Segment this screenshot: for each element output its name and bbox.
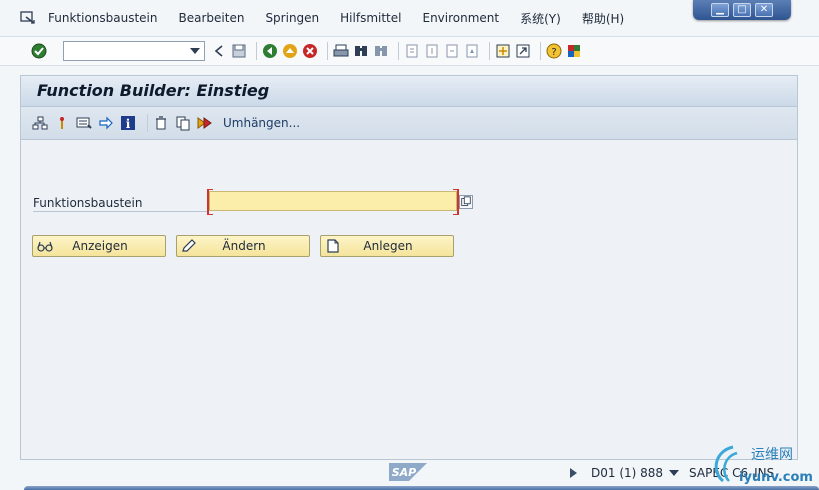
- pencil-icon: [182, 239, 196, 252]
- page-title: Function Builder: Einstieg: [21, 76, 797, 107]
- standard-toolbar: ?: [0, 36, 819, 66]
- copy-overlay-icon: [461, 196, 471, 206]
- menu-springen[interactable]: Springen: [265, 11, 319, 25]
- previous-page-icon[interactable]: [424, 43, 440, 59]
- application-toolbar: i Umhängen...: [21, 107, 797, 140]
- menu-environment[interactable]: Environment: [422, 11, 499, 25]
- create-button-label: Anlegen: [363, 239, 413, 253]
- function-module-input[interactable]: [207, 189, 459, 215]
- new-document-icon: [327, 239, 339, 253]
- display-button[interactable]: Anzeigen: [32, 235, 166, 257]
- system-info: D01 (1) 888: [591, 466, 664, 480]
- enter-check-icon[interactable]: [31, 43, 47, 59]
- command-field[interactable]: [63, 41, 205, 61]
- delete-icon[interactable]: [153, 115, 169, 131]
- window-bottom-edge: [24, 486, 819, 490]
- change-button-label: Ändern: [222, 239, 266, 253]
- activate-icon[interactable]: [197, 115, 213, 131]
- toolbar-separator: [147, 114, 148, 132]
- function-module-label: Funktionsbaustein: [33, 196, 209, 212]
- first-page-icon[interactable]: [404, 43, 420, 59]
- minimize-button[interactable]: ▁: [711, 3, 729, 17]
- new-session-icon[interactable]: [495, 43, 511, 59]
- reassign-button[interactable]: Umhängen...: [223, 116, 300, 130]
- close-button[interactable]: ✕: [755, 3, 773, 17]
- value-help-icon[interactable]: [459, 195, 473, 209]
- svg-text:i: i: [126, 117, 131, 131]
- menu-bar: Funktionsbaustein Bearbeiten Springen Hi…: [0, 0, 690, 36]
- chevron-down-icon[interactable]: [669, 470, 680, 476]
- display-button-label: Anzeigen: [72, 239, 128, 253]
- watermark-logo: 运维网 iyunv.com: [714, 445, 813, 485]
- toolbar-separator: [398, 42, 399, 60]
- collapse-left-icon[interactable]: [211, 43, 227, 59]
- help-icon[interactable]: ?: [546, 43, 562, 59]
- find-icon[interactable]: [353, 43, 369, 59]
- menu-system[interactable]: 系统(Y): [520, 10, 561, 27]
- change-button[interactable]: Ändern: [176, 235, 310, 257]
- cancel-icon[interactable]: [302, 43, 318, 59]
- back-icon[interactable]: [262, 43, 278, 59]
- test-icon[interactable]: [76, 115, 92, 131]
- chevron-down-icon[interactable]: [190, 48, 200, 54]
- other-object-icon[interactable]: [98, 115, 114, 131]
- save-icon[interactable]: [231, 43, 247, 59]
- svg-text:运维网: 运维网: [751, 447, 793, 463]
- menu-hilfsmittel[interactable]: Hilfsmittel: [340, 11, 401, 25]
- hierarchy-icon[interactable]: [32, 115, 48, 131]
- exit-icon[interactable]: [282, 43, 298, 59]
- find-next-icon[interactable]: [373, 43, 389, 59]
- system-menu-icon[interactable]: [20, 11, 36, 25]
- menu-help[interactable]: 帮助(H): [582, 10, 624, 27]
- copy-icon[interactable]: [175, 115, 191, 131]
- toolbar-separator: [256, 42, 257, 60]
- main-panel: Function Builder: Einstieg i Umhängen...…: [20, 75, 798, 460]
- window-controls: ▁ □ ✕: [693, 0, 791, 20]
- create-button[interactable]: Anlegen: [320, 235, 454, 257]
- svg-text:SAP: SAP: [392, 466, 417, 479]
- toolbar-separator: [540, 42, 541, 60]
- toolbar-separator: [489, 42, 490, 60]
- svg-text:?: ?: [551, 47, 556, 58]
- info-icon[interactable]: i: [120, 115, 136, 131]
- customize-layout-icon[interactable]: [566, 43, 582, 59]
- toolbar-separator: [327, 42, 328, 60]
- where-used-icon[interactable]: [54, 115, 70, 131]
- menu-bearbeiten[interactable]: Bearbeiten: [179, 11, 245, 25]
- sap-logo: SAP: [389, 463, 427, 481]
- shortcut-icon[interactable]: [515, 43, 531, 59]
- next-page-icon[interactable]: [444, 43, 460, 59]
- print-icon[interactable]: [333, 43, 349, 59]
- svg-text:iyunv.com: iyunv.com: [739, 470, 813, 485]
- status-expand-icon[interactable]: [570, 468, 577, 478]
- maximize-button[interactable]: □: [733, 3, 751, 17]
- screen-content: Funktionsbaustein Anzeigen Ändern Anlege…: [21, 140, 797, 458]
- menu-funktionsbaustein[interactable]: Funktionsbaustein: [48, 11, 158, 25]
- last-page-icon[interactable]: [464, 43, 480, 59]
- glasses-icon: [37, 241, 53, 252]
